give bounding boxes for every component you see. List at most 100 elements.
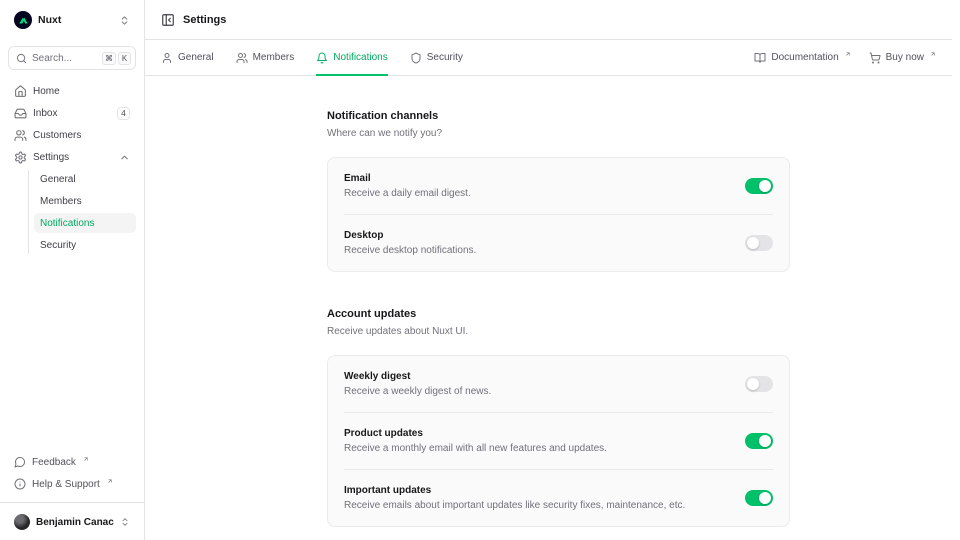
nuxt-logo-icon: [14, 11, 32, 29]
user-menu[interactable]: Benjamin Canac: [8, 506, 136, 538]
setting-title: Email: [344, 173, 725, 184]
setting-row-email: Email Receive a daily email digest.: [344, 158, 773, 214]
section-title: Notification channels: [327, 110, 790, 122]
user-name: Benjamin Canac: [36, 517, 114, 528]
gear-icon: [14, 151, 27, 164]
settings-card: Email Receive a daily email digest. Desk…: [327, 157, 790, 272]
tab-label: Notifications: [333, 52, 387, 63]
section-title: Account updates: [327, 308, 790, 320]
section-account-updates: Account updates Receive updates about Nu…: [327, 308, 790, 527]
toggle-knob: [759, 435, 771, 447]
panel-left-close-icon[interactable]: [161, 13, 175, 27]
sidebar-item-settings[interactable]: Settings: [8, 147, 136, 167]
arrow-up-right-icon: [930, 51, 936, 57]
weekly-digest-toggle[interactable]: [745, 376, 773, 392]
sidebar-item-help-support[interactable]: Help & Support: [8, 474, 136, 494]
sidebar-item-home[interactable]: Home: [8, 81, 136, 101]
chevrons-up-down-icon[interactable]: [119, 15, 130, 26]
sidebar-spacer: [8, 257, 136, 452]
chevron-up-icon: [119, 152, 130, 163]
toggle-knob: [759, 180, 771, 192]
search-input[interactable]: Search... ⌘ K: [8, 46, 136, 70]
tab-security[interactable]: Security: [410, 40, 463, 75]
tab-members[interactable]: Members: [236, 40, 295, 75]
search-icon: [16, 53, 27, 64]
sidebar-item-label: Customers: [33, 130, 81, 141]
buy-now-link[interactable]: Buy now: [869, 51, 936, 64]
main-panel: Settings General Members Notifications: [145, 0, 960, 540]
tab-general[interactable]: General: [161, 40, 214, 75]
arrow-up-right-icon: [845, 51, 851, 57]
chevrons-up-down-icon: [120, 517, 130, 527]
desktop-toggle[interactable]: [745, 235, 773, 251]
tab-label: General: [178, 52, 214, 63]
setting-description: Receive a monthly email with all new fea…: [344, 443, 725, 454]
message-circle-icon: [14, 456, 26, 468]
sidebar-footer: Feedback Help & Support: [8, 452, 136, 496]
setting-row-weekly-digest: Weekly digest Receive a weekly digest of…: [344, 356, 773, 412]
setting-row-important-updates: Important updates Receive emails about i…: [344, 469, 773, 526]
sidebar-item-members[interactable]: Members: [34, 191, 136, 211]
home-icon: [14, 85, 27, 98]
section-notification-channels: Notification channels Where can we notif…: [327, 110, 790, 272]
sidebar-item-general[interactable]: General: [34, 169, 136, 189]
users-icon: [14, 129, 27, 142]
setting-description: Receive desktop notifications.: [344, 245, 725, 256]
user-icon: [161, 52, 173, 64]
sidebar-item-label: Settings: [33, 152, 69, 163]
sidebar-item-label: Members: [40, 196, 82, 207]
link-label: Documentation: [771, 52, 838, 63]
avatar: [14, 514, 30, 530]
tab-label: Security: [427, 52, 463, 63]
workspace-name: Nuxt: [38, 14, 61, 26]
link-label: Buy now: [886, 52, 924, 63]
email-toggle[interactable]: [745, 178, 773, 194]
setting-title: Desktop: [344, 230, 725, 241]
sidebar-item-label: Inbox: [33, 108, 57, 119]
sidebar-item-label: Home: [33, 86, 60, 97]
sidebar-item-notifications[interactable]: Notifications: [34, 213, 136, 233]
header-links: Documentation Buy now: [754, 51, 936, 64]
kbd-k: K: [118, 52, 131, 65]
tab-label: Members: [253, 52, 295, 63]
settings-subtree: General Members Notifications Security: [8, 169, 136, 255]
sidebar-item-security[interactable]: Security: [34, 235, 136, 255]
setting-description: Receive a weekly digest of news.: [344, 386, 725, 397]
sidebar-item-inbox[interactable]: Inbox 4: [8, 103, 136, 123]
inbox-count-badge: 4: [117, 107, 130, 120]
users-icon: [236, 52, 248, 64]
search-placeholder: Search...: [32, 53, 72, 64]
toggle-knob: [747, 378, 759, 390]
sidebar-divider: [0, 502, 144, 503]
page-header: Settings: [145, 0, 952, 40]
setting-row-product-updates: Product updates Receive a monthly email …: [344, 412, 773, 469]
sidebar-item-label: Feedback: [32, 457, 76, 468]
workspace-header: Nuxt: [8, 0, 136, 40]
info-circle-icon: [14, 478, 26, 490]
setting-title: Weekly digest: [344, 371, 725, 382]
important-updates-toggle[interactable]: [745, 490, 773, 506]
settings-card: Weekly digest Receive a weekly digest of…: [327, 355, 790, 527]
kbd-cmd: ⌘: [102, 52, 116, 65]
app: Nuxt Search... ⌘ K Home: [0, 0, 960, 540]
tabbar: General Members Notifications Security: [145, 40, 952, 76]
sidebar-item-customers[interactable]: Customers: [8, 125, 136, 145]
documentation-link[interactable]: Documentation: [754, 51, 850, 64]
tab-notifications[interactable]: Notifications: [316, 40, 387, 75]
search-kbd: ⌘ K: [102, 52, 131, 65]
setting-description: Receive a daily email digest.: [344, 188, 725, 199]
toggle-knob: [759, 492, 771, 504]
bell-icon: [316, 52, 328, 64]
page-title: Settings: [183, 14, 226, 26]
section-subtitle: Where can we notify you?: [327, 128, 790, 139]
sidebar-nav: Home Inbox 4 Customers Settings: [8, 81, 136, 257]
product-updates-toggle[interactable]: [745, 433, 773, 449]
sidebar-item-feedback[interactable]: Feedback: [8, 452, 136, 472]
toggle-knob: [747, 237, 759, 249]
settings-content: Notification channels Where can we notif…: [145, 76, 952, 540]
workspace-switcher[interactable]: Nuxt: [14, 11, 61, 29]
setting-title: Important updates: [344, 485, 725, 496]
sidebar-item-label: Security: [40, 240, 76, 251]
shield-icon: [410, 52, 422, 64]
setting-row-desktop: Desktop Receive desktop notifications.: [344, 214, 773, 271]
